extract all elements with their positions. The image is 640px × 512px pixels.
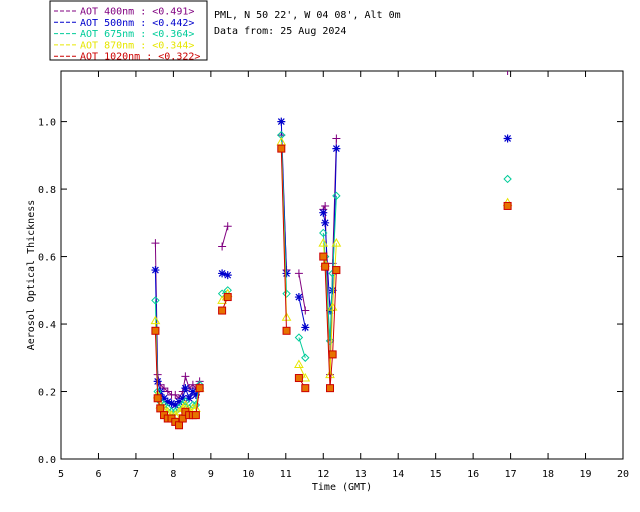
x-axis-label: Time (GMT) [312,482,372,493]
data-point [218,269,227,278]
data-point [332,266,341,275]
aot-chart: AOT 400nm : <0.491>AOT 500nm : <0.442>AO… [26,0,629,493]
data-point [153,394,162,403]
legend-entry: AOT 870nm : <0.344> [80,40,194,51]
plot-frame [60,70,624,460]
data-point [294,269,303,278]
data-point [181,372,190,381]
data-point [223,271,232,280]
data-point [319,252,328,261]
x-tick-label: 8 [170,469,176,480]
data-point [319,208,328,217]
y-tick-label: 0.0 [38,455,56,466]
data-point [294,293,303,302]
series-3 [150,136,513,419]
data-point [195,384,204,393]
series-line [298,296,306,328]
data-point [301,323,310,332]
legend-entry: AOT 1020nm : <0.322> [80,52,200,63]
data-point [218,306,227,315]
data-point [156,404,165,413]
legend-entry: AOT 675nm : <0.364> [80,29,194,40]
data-point [321,262,330,271]
data-point [282,326,291,335]
series-4 [151,144,512,430]
data-point [181,384,190,393]
x-tick-label: 12 [317,469,329,480]
x-tick-label: 11 [280,469,292,480]
x-tick-label: 6 [95,469,101,480]
x-tick-label: 17 [505,469,517,480]
x-tick-label: 19 [580,469,592,480]
data-point [321,201,330,210]
y-tick-label: 0.2 [38,388,56,399]
data-point [294,374,303,383]
data-point [503,201,512,210]
chart-title-line-2: Data from: 25 Aug 2024 [214,26,346,37]
data-point [503,134,512,143]
data-point [191,411,200,420]
chart-title-line-1: PML, N 50 22', W 04 08', Alt 0m [214,10,401,21]
data-point [294,359,304,369]
data-point [218,242,227,251]
y-tick-label: 0.8 [38,185,56,196]
data-point [151,239,160,248]
series-line [221,226,229,247]
y-tick-label: 1.0 [38,118,56,129]
series-line [298,273,306,311]
data-point [503,174,512,184]
series-line [154,243,201,400]
data-point [326,384,335,393]
x-tick-label: 5 [58,469,64,480]
x-tick-label: 18 [542,469,554,480]
x-tick-label: 16 [467,469,479,480]
data-point [151,326,160,335]
data-point [223,293,232,302]
x-tick-label: 13 [355,469,367,480]
data-point [223,222,232,231]
data-point [332,144,341,153]
legend-entry: AOT 400nm : <0.491> [80,7,194,18]
data-point [282,269,291,278]
series-layer [150,71,513,430]
legend-entry: AOT 500nm : <0.442> [80,18,194,29]
x-tick-label: 10 [242,469,254,480]
data-point [328,350,337,359]
data-point [301,384,310,393]
x-tick-label: 15 [430,469,442,480]
x-tick-label: 14 [392,469,404,480]
x-tick-label: 20 [617,469,629,480]
y-tick-label: 0.4 [38,320,56,331]
data-point [321,218,330,227]
y-tick-label: 0.6 [38,253,56,264]
x-tick-label: 7 [133,469,139,480]
data-point [175,421,184,430]
x-tick-label: 9 [208,469,214,480]
data-point [151,266,160,275]
data-point [332,134,341,143]
data-point [277,144,286,153]
y-axis-label: Aerosol Optical Thickness [26,200,37,351]
data-point [277,117,286,126]
